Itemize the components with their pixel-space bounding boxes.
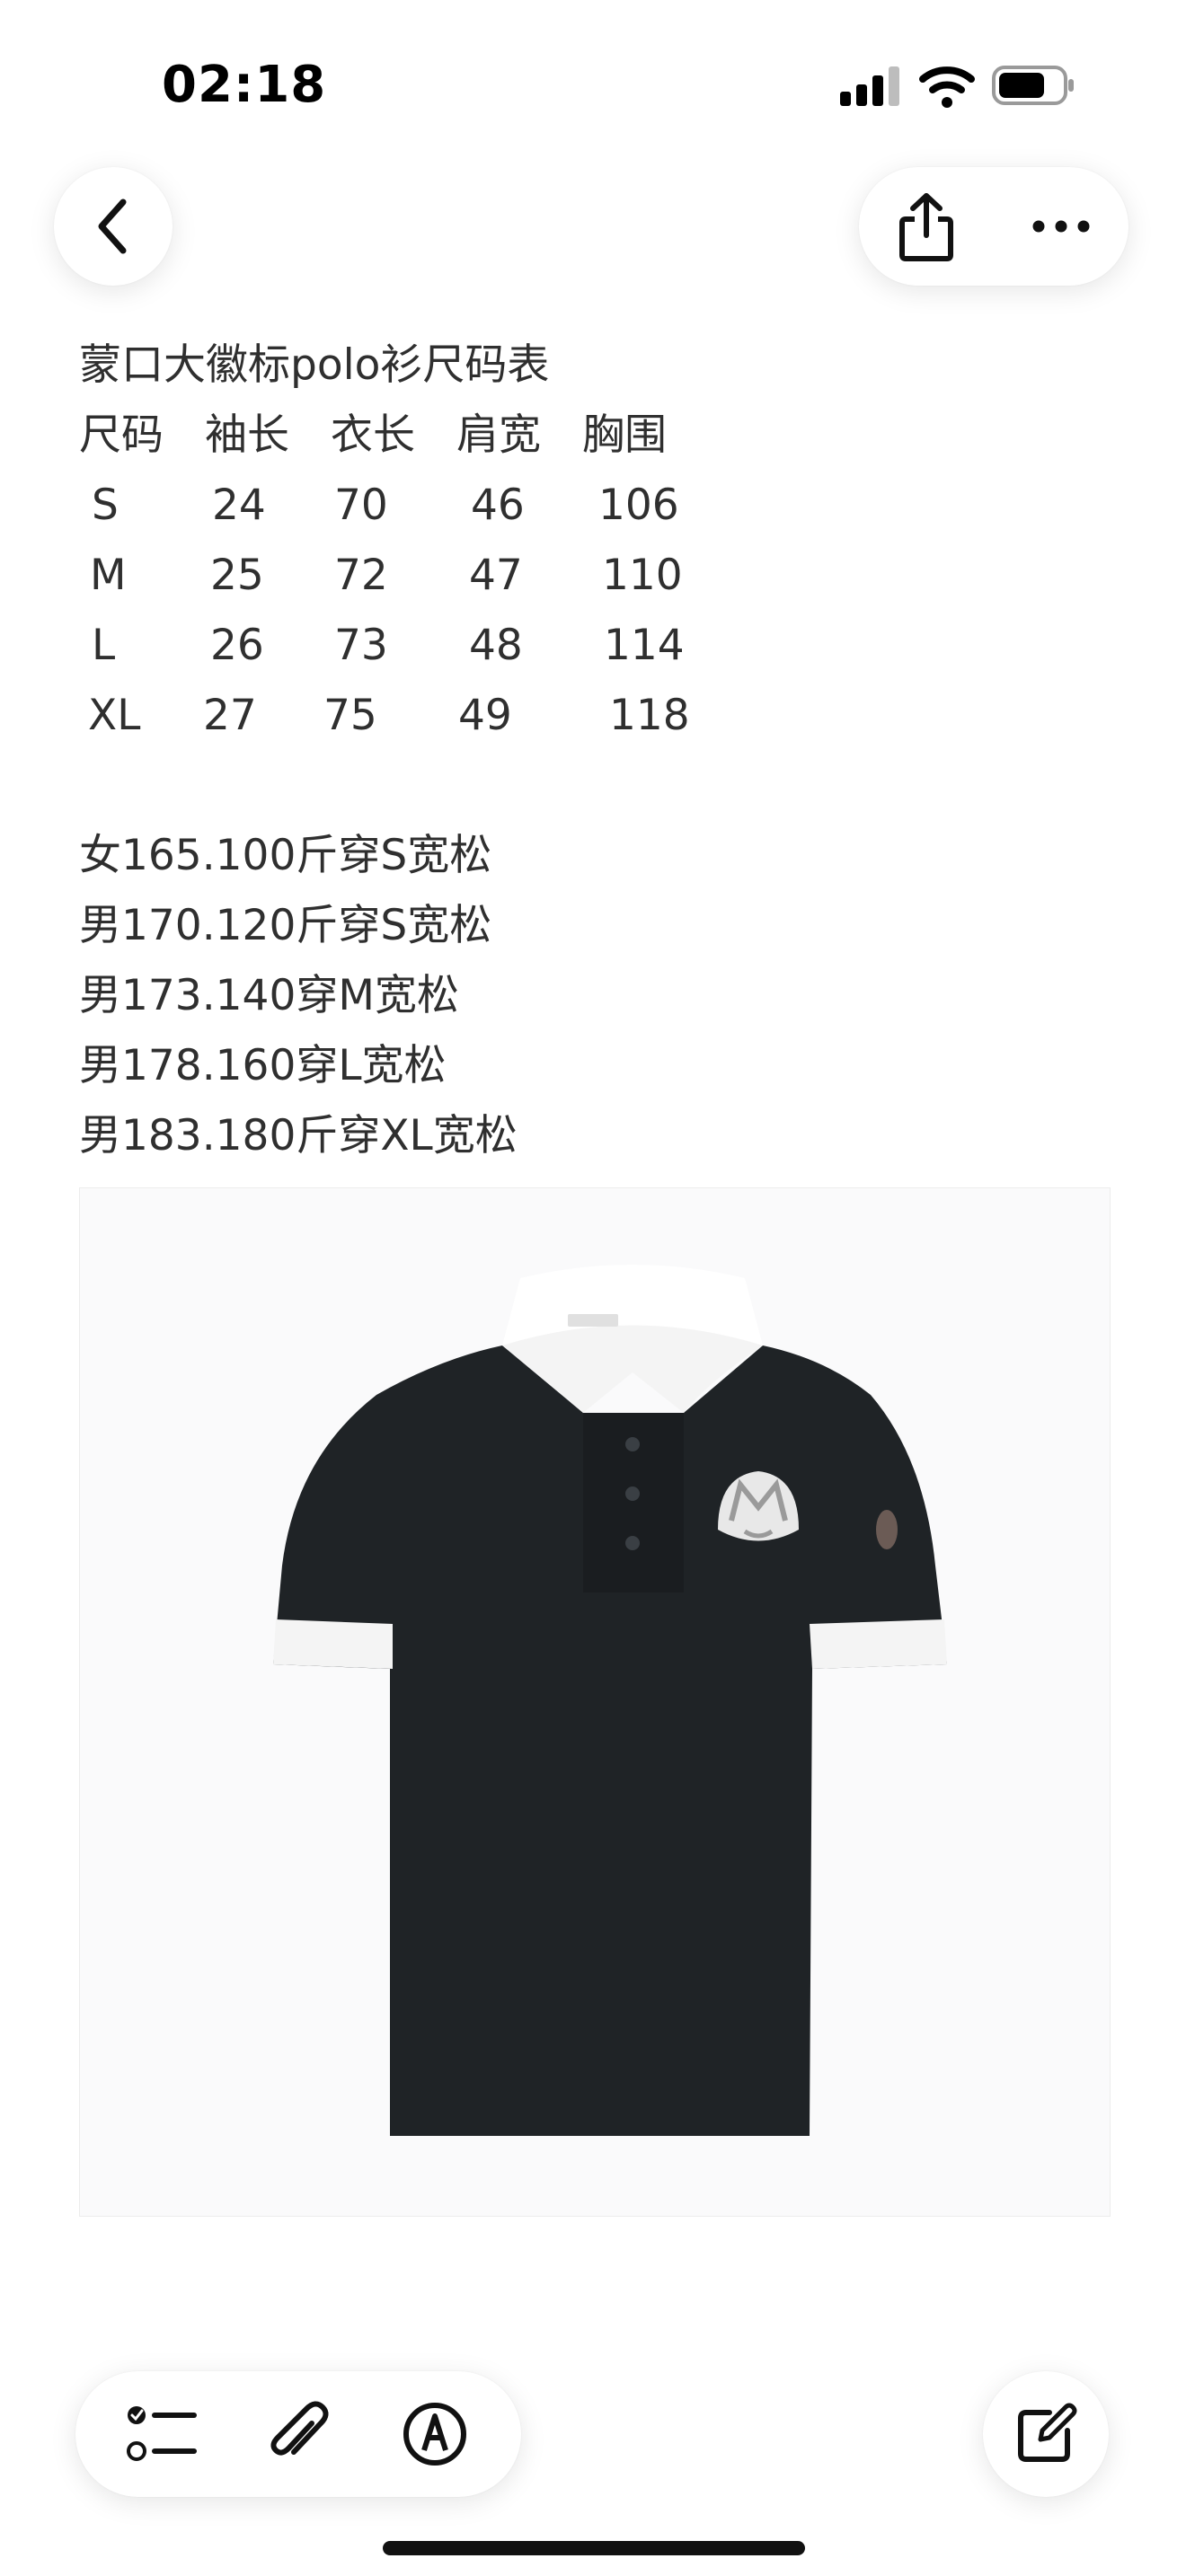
header-size: 尺码 (79, 410, 164, 460)
cell-shoulder: 48 (469, 621, 523, 670)
cell-sleeve: 24 (212, 481, 266, 530)
cell-size: S (92, 481, 119, 530)
cell-size: M (90, 551, 127, 600)
battery-icon (992, 66, 1074, 105)
cell-size: L (92, 621, 116, 670)
product-image[interactable] (79, 1187, 1111, 2217)
note-title: 蒙口大徽标polo衫尺码表 (79, 340, 550, 390)
cell-length: 73 (334, 621, 388, 670)
chevron-left-icon (98, 198, 127, 254)
cell-shoulder: 47 (469, 551, 523, 600)
checklist-icon (127, 2406, 197, 2461)
paperclip-icon (270, 2401, 329, 2456)
recommendation-line: 男183.180斤穿XL宽松 (79, 1111, 518, 1160)
cell-chest: 106 (598, 481, 679, 530)
size-table-row: XL 27 75 49 118 (79, 681, 1121, 751)
cell-size: XL (88, 691, 141, 740)
bottom-tools-group (75, 2371, 521, 2497)
wifi-icon (919, 66, 975, 108)
markup-pen-icon (403, 2403, 466, 2466)
cell-shoulder: 46 (471, 481, 525, 530)
ellipsis-icon (1032, 220, 1090, 233)
attach-button[interactable] (249, 2385, 348, 2483)
home-indicator[interactable] (383, 2541, 805, 2555)
header-chest: 胸围 (582, 410, 667, 460)
header-shoulder: 肩宽 (456, 410, 541, 460)
recommendation-line: 男170.120斤穿S宽松 (79, 901, 492, 950)
cellular-signal-icon (840, 66, 899, 106)
polo-shirt-illustration (273, 1265, 947, 2136)
more-button[interactable] (1012, 177, 1111, 276)
cell-sleeve: 25 (210, 551, 264, 600)
header-sleeve: 袖长 (205, 410, 289, 460)
markup-button[interactable] (385, 2385, 484, 2483)
cell-chest: 110 (602, 551, 683, 600)
compose-button[interactable] (983, 2371, 1109, 2497)
cell-chest: 114 (604, 621, 685, 670)
size-table-row: S 24 70 46 106 (79, 471, 1121, 541)
back-button[interactable] (54, 167, 173, 286)
cell-sleeve: 27 (203, 691, 257, 740)
recommendation-line: 女165.100斤穿S宽松 (79, 831, 492, 880)
cell-length: 72 (334, 551, 388, 600)
compose-icon (1018, 2403, 1077, 2462)
size-table-row: L 26 73 48 114 (79, 611, 1121, 681)
recommendation-line: 男173.140穿M宽松 (79, 971, 459, 1020)
cell-shoulder: 49 (458, 691, 512, 740)
cell-sleeve: 26 (210, 621, 264, 670)
share-button[interactable] (877, 177, 976, 276)
cell-chest: 118 (609, 691, 690, 740)
size-table-header: 尺码 袖长 衣长 肩宽 胸围 (79, 401, 1121, 471)
status-time: 02:18 (162, 56, 327, 114)
share-icon (899, 193, 953, 261)
header-length: 衣长 (331, 410, 415, 460)
cell-length: 70 (334, 481, 388, 530)
top-actions-group (859, 167, 1128, 286)
size-table-row: M 25 72 47 110 (79, 541, 1121, 611)
checklist-button[interactable] (112, 2385, 211, 2483)
status-bar: 02:18 (0, 0, 1186, 171)
recommendation-line: 男178.160穿L宽松 (79, 1041, 447, 1090)
cell-length: 75 (323, 691, 377, 740)
note-body[interactable]: 蒙口大徽标polo衫尺码表 尺码 袖长 衣长 肩宽 胸围 S 24 70 46 … (79, 331, 1121, 1171)
